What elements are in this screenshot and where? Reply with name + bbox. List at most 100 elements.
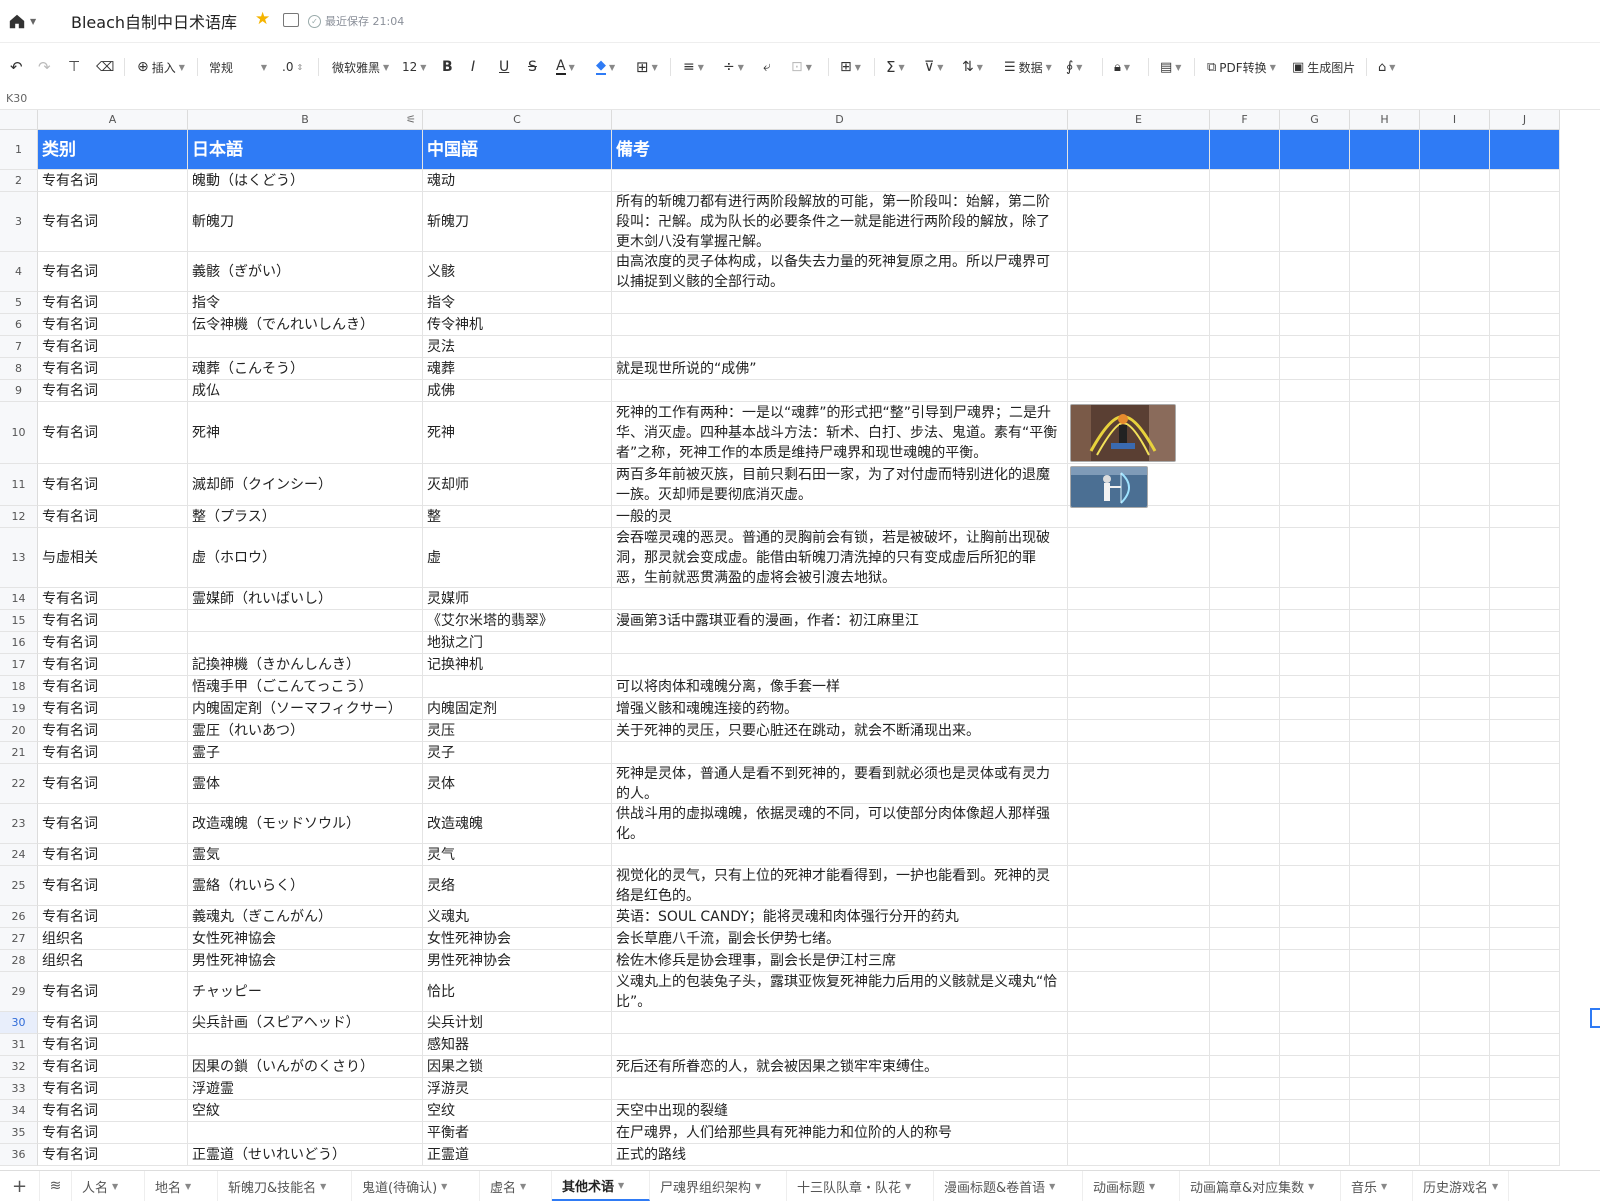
- cell-c[interactable]: 女性死神协会: [423, 928, 612, 950]
- cell-empty[interactable]: [1490, 866, 1560, 906]
- cell-a[interactable]: 组织名: [38, 950, 188, 972]
- cell-empty[interactable]: [1420, 676, 1490, 698]
- cell-empty[interactable]: [1210, 654, 1280, 676]
- cell-c[interactable]: 灵法: [423, 336, 612, 358]
- cell-a[interactable]: 专有名词: [38, 1056, 188, 1078]
- row-number[interactable]: 5: [0, 292, 38, 314]
- column-header-a[interactable]: A: [38, 110, 188, 130]
- cell-empty[interactable]: [1280, 528, 1350, 588]
- cell-a[interactable]: 与虚相关: [38, 528, 188, 588]
- cell-empty[interactable]: [1420, 844, 1490, 866]
- cell-empty[interactable]: [1210, 130, 1280, 170]
- cell-d[interactable]: 就是现世所说的“成佛”: [612, 358, 1068, 380]
- cell-empty[interactable]: [1490, 950, 1560, 972]
- italic-button[interactable]: I: [471, 48, 475, 86]
- cell-empty[interactable]: [1068, 314, 1210, 336]
- cell-empty[interactable]: [1280, 314, 1350, 336]
- format-painter-button[interactable]: ⊤: [68, 48, 80, 86]
- cell-c[interactable]: 灵体: [423, 764, 612, 804]
- cell-empty[interactable]: [1068, 804, 1210, 844]
- cell-b[interactable]: 女性死神協会: [188, 928, 423, 950]
- cell-a[interactable]: 专有名词: [38, 720, 188, 742]
- cell-empty[interactable]: [1068, 1100, 1210, 1122]
- plugin-button[interactable]: ⌂ ▼: [1378, 48, 1395, 86]
- cell-c[interactable]: [423, 676, 612, 698]
- cell-empty[interactable]: [1280, 950, 1350, 972]
- sheet-tab[interactable]: 其他术语 ▼: [552, 1171, 650, 1201]
- cell-empty[interactable]: [1490, 292, 1560, 314]
- cell-empty[interactable]: [1210, 804, 1280, 844]
- cell-empty[interactable]: [1350, 972, 1420, 1012]
- cell-empty[interactable]: [1490, 610, 1560, 632]
- cell-empty[interactable]: [1490, 1056, 1560, 1078]
- sheet-tab[interactable]: 音乐 ▼: [1341, 1171, 1413, 1201]
- row-number[interactable]: 21: [0, 742, 38, 764]
- cell-empty[interactable]: [1490, 380, 1560, 402]
- cell-empty[interactable]: [1280, 380, 1350, 402]
- horizontal-align-button[interactable]: ≡ ▼: [683, 48, 704, 86]
- cell-empty[interactable]: [1210, 402, 1280, 464]
- cell-empty[interactable]: [1280, 588, 1350, 610]
- cell-c[interactable]: 尖兵计划: [423, 1012, 612, 1034]
- cell-b[interactable]: 義魂丸（ぎこんがん）: [188, 906, 423, 928]
- cell-b[interactable]: [188, 1034, 423, 1056]
- cell-empty[interactable]: [1068, 358, 1210, 380]
- generate-image-button[interactable]: ▣ 生成图片: [1292, 48, 1355, 86]
- data-menu-button[interactable]: ☰ 数据 ▼: [1004, 48, 1052, 86]
- cell-c[interactable]: 灵络: [423, 866, 612, 906]
- row-number[interactable]: 12: [0, 506, 38, 528]
- column-header-i[interactable]: I: [1420, 110, 1490, 130]
- cell-empty[interactable]: [1210, 314, 1280, 336]
- row-number[interactable]: 20: [0, 720, 38, 742]
- cell-empty[interactable]: [1420, 588, 1490, 610]
- column-header-f[interactable]: F: [1210, 110, 1280, 130]
- redo-button[interactable]: ↷: [38, 48, 51, 86]
- cell-a[interactable]: 类别: [38, 130, 188, 170]
- row-number[interactable]: 29: [0, 972, 38, 1012]
- cell-b[interactable]: 因果の鎖（いんがのくさり）: [188, 1056, 423, 1078]
- sheet-tab[interactable]: 人名 ▼: [72, 1171, 145, 1201]
- cell-empty[interactable]: [1280, 464, 1350, 506]
- cell-b[interactable]: 魄動（はくどう）: [188, 170, 423, 192]
- cell-empty[interactable]: [1490, 506, 1560, 528]
- embedded-image-quincy[interactable]: [1070, 466, 1148, 508]
- cell-empty[interactable]: [1490, 632, 1560, 654]
- cell-b[interactable]: [188, 632, 423, 654]
- cell-empty[interactable]: [1350, 804, 1420, 844]
- cell-a[interactable]: 专有名词: [38, 1078, 188, 1100]
- cell-empty[interactable]: [1490, 588, 1560, 610]
- cell-empty[interactable]: [1210, 358, 1280, 380]
- cell-empty[interactable]: [1280, 720, 1350, 742]
- cell-b[interactable]: [188, 1122, 423, 1144]
- cell-empty[interactable]: [1210, 192, 1280, 252]
- cell-empty[interactable]: [1420, 720, 1490, 742]
- row-number[interactable]: 19: [0, 698, 38, 720]
- row-number[interactable]: 18: [0, 676, 38, 698]
- font-color-button[interactable]: A ▼: [556, 48, 575, 86]
- sheet-tab[interactable]: 斩魄刀&技能名 ▼: [218, 1171, 352, 1201]
- cell-a[interactable]: 专有名词: [38, 380, 188, 402]
- cell-a[interactable]: 专有名词: [38, 1100, 188, 1122]
- cell-empty[interactable]: [1210, 764, 1280, 804]
- cell-d[interactable]: 义魂丸上的包装兔子头，露琪亚恢复死神能力后用的义骸就是义魂丸“恰比”。: [612, 972, 1068, 1012]
- cell-empty[interactable]: [1068, 130, 1210, 170]
- cell-empty[interactable]: [1280, 170, 1350, 192]
- row-number[interactable]: 30: [0, 1012, 38, 1034]
- cell-empty[interactable]: [1350, 654, 1420, 676]
- cell-c[interactable]: 斩魄刀: [423, 192, 612, 252]
- cell-empty[interactable]: [1068, 698, 1210, 720]
- cell-b[interactable]: 尖兵計画（スピアヘッド）: [188, 1012, 423, 1034]
- cell-b[interactable]: 伝令神機（でんれいしんき）: [188, 314, 423, 336]
- cell-empty[interactable]: [1420, 866, 1490, 906]
- cell-d[interactable]: 桧佐木修兵是协会理事，副会长是伊江村三席: [612, 950, 1068, 972]
- cell-empty[interactable]: [1490, 720, 1560, 742]
- cell-empty[interactable]: [1490, 1100, 1560, 1122]
- cell-b[interactable]: 記換神機（きかんしんき）: [188, 654, 423, 676]
- borders-button[interactable]: ⊞ ▼: [636, 48, 658, 86]
- row-number[interactable]: 27: [0, 928, 38, 950]
- cell-b[interactable]: 整（プラス）: [188, 506, 423, 528]
- cell-empty[interactable]: [1068, 676, 1210, 698]
- cell-empty[interactable]: [1420, 402, 1490, 464]
- cell-empty[interactable]: [1490, 192, 1560, 252]
- cell-empty[interactable]: [1280, 1144, 1350, 1166]
